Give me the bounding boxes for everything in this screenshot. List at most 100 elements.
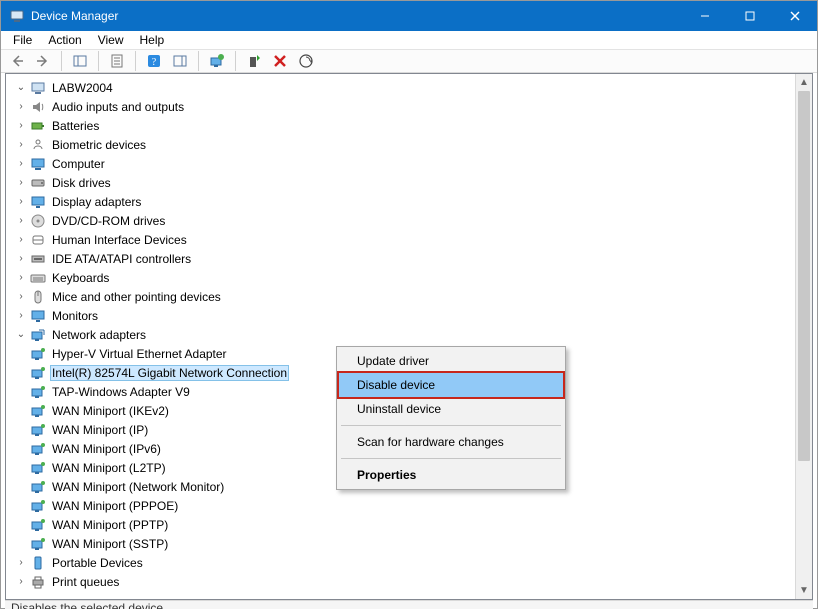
scroll-down-icon[interactable]: ▼: [796, 582, 812, 599]
expand-icon[interactable]: ›: [14, 176, 28, 190]
update-driver-button[interactable]: [206, 50, 228, 72]
disk-icon: [30, 175, 46, 191]
tree-category[interactable]: ›Computer: [14, 154, 795, 173]
scroll-up-icon[interactable]: ▲: [796, 74, 812, 91]
expand-icon[interactable]: ›: [14, 100, 28, 114]
device-tree[interactable]: ⌄ LABW2004 › Audio inputs and outputs›Bat…: [6, 74, 795, 599]
expand-icon[interactable]: ›: [14, 233, 28, 247]
menu-separator: [341, 425, 561, 426]
expand-icon[interactable]: ›: [14, 309, 28, 323]
expand-icon[interactable]: ›: [14, 271, 28, 285]
tree-device-label: WAN Miniport (PPPOE): [50, 498, 180, 514]
menu-separator: [341, 458, 561, 459]
action-pane-button[interactable]: [169, 50, 191, 72]
expand-icon[interactable]: ›: [14, 119, 28, 133]
tree-root[interactable]: ⌄ LABW2004: [14, 78, 795, 97]
audio-icon: [30, 99, 46, 115]
menu-file[interactable]: File: [5, 31, 40, 49]
expand-icon[interactable]: ›: [14, 214, 28, 228]
expand-icon[interactable]: ›: [14, 556, 28, 570]
tree-category[interactable]: › Biometric devices: [14, 135, 795, 154]
tree-category-label: Portable Devices: [50, 555, 145, 571]
tree-category[interactable]: ›Print queues: [14, 572, 795, 591]
ide-icon: [30, 251, 46, 267]
network-adapter-icon: [30, 365, 46, 381]
tree-category[interactable]: ›IDE ATA/ATAPI controllers: [14, 249, 795, 268]
mouse-icon: [30, 289, 46, 305]
menu-help[interactable]: Help: [132, 31, 173, 49]
uninstall-device-button[interactable]: [269, 50, 291, 72]
expand-icon[interactable]: ›: [14, 138, 28, 152]
tree-device[interactable]: WAN Miniport (SSTP): [14, 534, 795, 553]
tree-device[interactable]: WAN Miniport (PPPOE): [14, 496, 795, 515]
tree-category[interactable]: ⌄ Network adapters: [14, 325, 795, 344]
tree-category[interactable]: › Mice and other pointing devices: [14, 287, 795, 306]
tree-device[interactable]: WAN Miniport (PPTP): [14, 515, 795, 534]
menubar: File Action View Help: [1, 31, 817, 50]
network-adapter-icon: [30, 403, 46, 419]
tree-category[interactable]: ›Human Interface Devices: [14, 230, 795, 249]
tree-category-label: Monitors: [50, 308, 100, 324]
enable-device-button[interactable]: [243, 50, 265, 72]
tree-device-label: Intel(R) 82574L Gigabit Network Connecti…: [50, 365, 289, 381]
tree-root-label: LABW2004: [50, 80, 115, 96]
tree-category-label: Audio inputs and outputs: [50, 99, 186, 115]
tree-device-label: WAN Miniport (IPv6): [50, 441, 163, 457]
context-menu-item[interactable]: Scan for hardware changes: [339, 430, 563, 454]
tree-category[interactable]: › Portable Devices: [14, 553, 795, 572]
network-adapter-icon: [30, 517, 46, 533]
context-menu-item[interactable]: Disable device: [339, 373, 563, 397]
show-hide-tree-button[interactable]: [69, 50, 91, 72]
tree-category[interactable]: ›Display adapters: [14, 192, 795, 211]
tree-category[interactable]: › DVD/CD-ROM drives: [14, 211, 795, 230]
menu-action[interactable]: Action: [40, 31, 89, 49]
monitor-icon: [30, 308, 46, 324]
collapse-icon[interactable]: ⌄: [14, 81, 28, 95]
network-adapter-icon: [30, 384, 46, 400]
network-adapter-icon: [30, 460, 46, 476]
expand-icon[interactable]: ›: [14, 157, 28, 171]
scroll-thumb[interactable]: [798, 91, 810, 461]
menu-view[interactable]: View: [90, 31, 132, 49]
tree-device-label: TAP-Windows Adapter V9: [50, 384, 192, 400]
tree-device-label: Hyper-V Virtual Ethernet Adapter: [50, 346, 229, 362]
status-text: Disables the selected device.: [11, 601, 166, 609]
tree-category-label: DVD/CD-ROM drives: [50, 213, 167, 229]
tree-category[interactable]: ›Batteries: [14, 116, 795, 135]
tree-category[interactable]: › Monitors: [14, 306, 795, 325]
context-menu-item[interactable]: Uninstall device: [339, 397, 563, 421]
network-adapter-icon: [30, 422, 46, 438]
toolbar: ?: [1, 50, 817, 73]
tree-device-label: WAN Miniport (IP): [50, 422, 150, 438]
expand-icon[interactable]: ›: [14, 290, 28, 304]
collapse-icon[interactable]: ⌄: [14, 328, 28, 342]
context-menu: Update driverDisable deviceUninstall dev…: [336, 346, 566, 490]
tree-device-label: WAN Miniport (PPTP): [50, 517, 170, 533]
close-button[interactable]: [772, 1, 817, 31]
biometric-icon: [30, 137, 46, 153]
context-menu-item[interactable]: Properties: [339, 463, 563, 487]
tree-category[interactable]: › Disk drives: [14, 173, 795, 192]
maximize-button[interactable]: [727, 1, 772, 31]
network-adapter-icon: [30, 536, 46, 552]
properties-sheet-button[interactable]: [106, 50, 128, 72]
expand-icon[interactable]: ›: [14, 575, 28, 589]
help-button[interactable]: ?: [143, 50, 165, 72]
tree-category-label: Mice and other pointing devices: [50, 289, 223, 305]
tree-category-label: Network adapters: [50, 327, 148, 343]
expand-icon[interactable]: ›: [14, 252, 28, 266]
expand-icon[interactable]: ›: [14, 195, 28, 209]
scan-hardware-button[interactable]: [295, 50, 317, 72]
tree-category[interactable]: › Audio inputs and outputs: [14, 97, 795, 116]
tree-category[interactable]: ›Keyboards: [14, 268, 795, 287]
forward-button[interactable]: [32, 50, 54, 72]
tree-device-label: WAN Miniport (L2TP): [50, 460, 168, 476]
tree-category-label: Disk drives: [50, 175, 113, 191]
minimize-button[interactable]: [682, 1, 727, 31]
tree-category-label: Biometric devices: [50, 137, 148, 153]
computer-icon: [30, 156, 46, 172]
network-adapter-icon: [30, 441, 46, 457]
back-button[interactable]: [6, 50, 28, 72]
vertical-scrollbar[interactable]: ▲ ▼: [795, 74, 812, 599]
context-menu-item[interactable]: Update driver: [339, 349, 563, 373]
